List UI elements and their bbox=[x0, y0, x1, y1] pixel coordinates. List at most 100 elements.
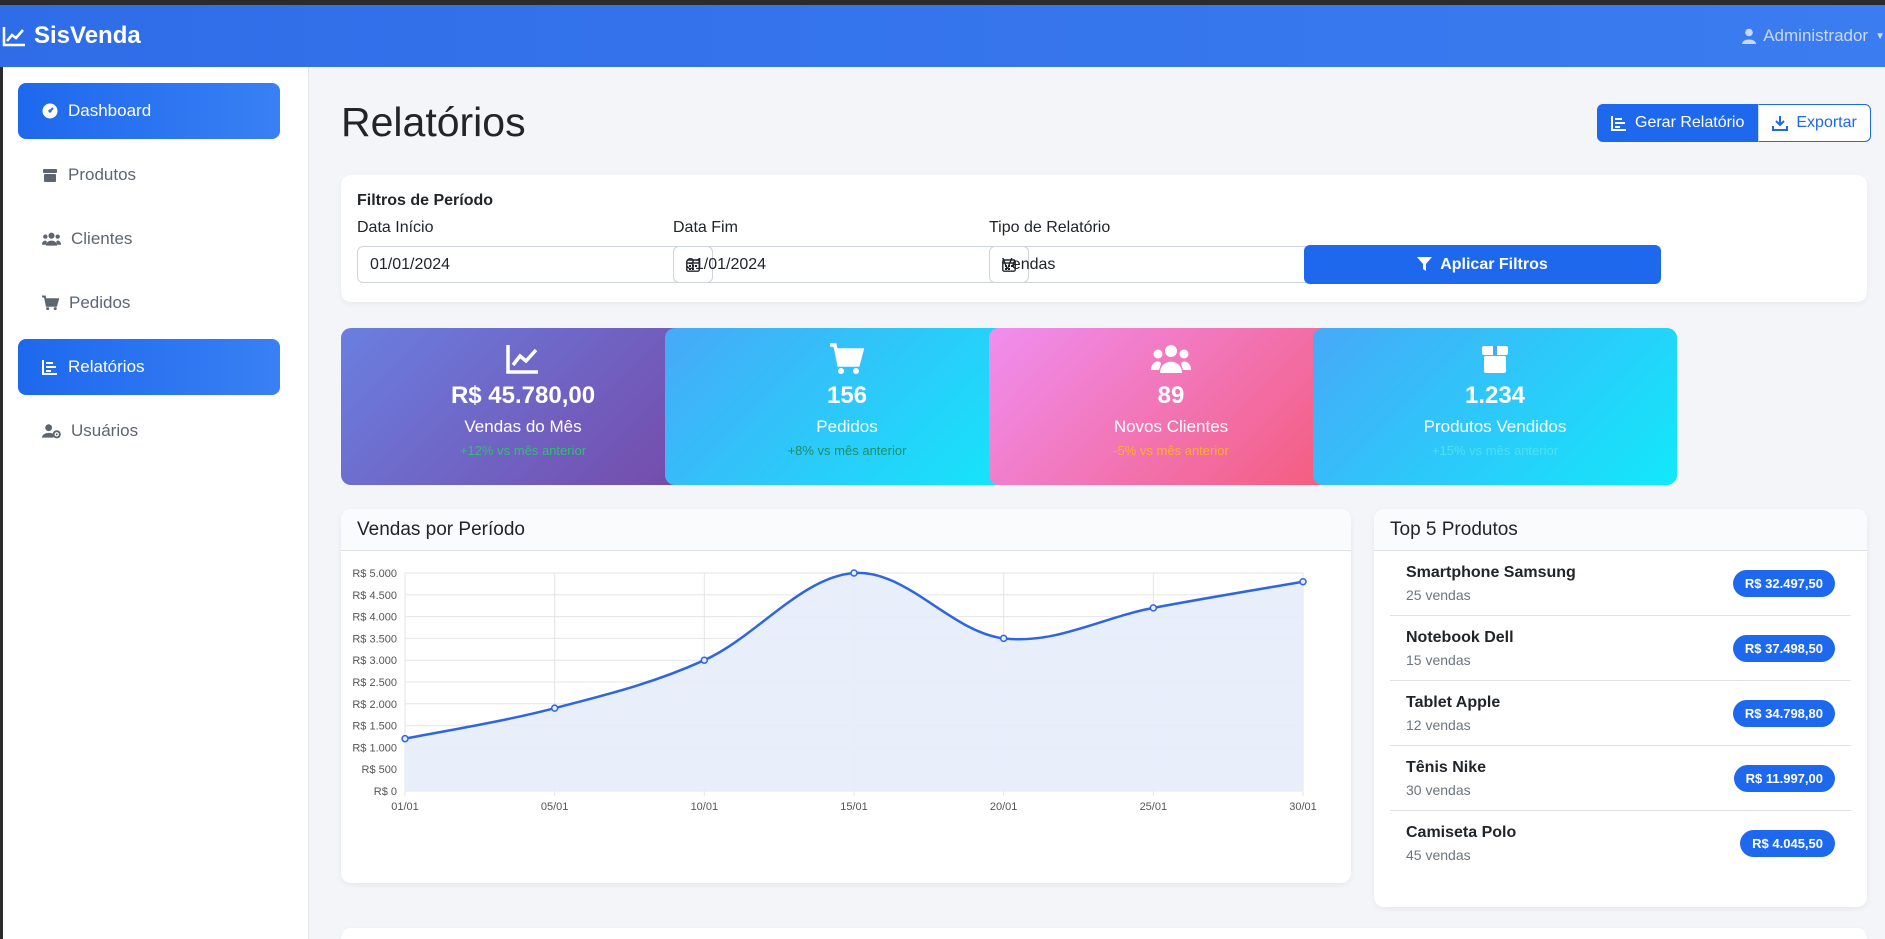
x-tick-label: 10/01 bbox=[691, 801, 719, 813]
y-tick-label: R$ 2.000 bbox=[352, 699, 397, 711]
price-badge: R$ 34.798,80 bbox=[1732, 699, 1835, 727]
x-tick-label: 25/01 bbox=[1140, 801, 1168, 813]
y-tick-label: R$ 1.500 bbox=[352, 721, 397, 733]
sidebar-item-relatorios[interactable]: Relatórios bbox=[18, 339, 280, 395]
stat-value: R$ 45.780,00 bbox=[450, 382, 596, 409]
export-label: Exportar bbox=[1796, 114, 1857, 131]
price-badge: R$ 4.045,50 bbox=[1740, 830, 1835, 857]
stat-change: +8% vs mês anterior bbox=[787, 443, 907, 458]
list-item[interactable]: Notebook Dell 15 vendas R$ 37.498,50 bbox=[1390, 616, 1851, 681]
stat-change: +15% vs mês anterior bbox=[1431, 443, 1559, 458]
filter-title: Filtros de Período bbox=[357, 192, 494, 209]
sidebar-item-produtos[interactable]: Produtos bbox=[18, 147, 280, 203]
data-point bbox=[1149, 604, 1158, 612]
chart-line-icon bbox=[506, 345, 538, 374]
y-tick-label: R$ 0 bbox=[374, 786, 397, 798]
top-products-header: Top 5 Produtos bbox=[1374, 509, 1867, 551]
product-name: Tablet Apple bbox=[1406, 693, 1501, 711]
box-icon bbox=[43, 169, 57, 182]
sidebar: Dashboard Produtos Clientes Pedidos Rela… bbox=[0, 67, 309, 939]
x-tick-label: 01/01 bbox=[391, 801, 419, 813]
stat-card-products-sold: 1.234 Produtos Vendidos +15% vs mês ante… bbox=[1313, 328, 1677, 485]
stat-value: 89 bbox=[1157, 382, 1185, 409]
product-name: Tênis Nike bbox=[1406, 758, 1487, 776]
cart-icon bbox=[830, 343, 864, 374]
filter-icon bbox=[1417, 257, 1433, 271]
top-navbar: SisVenda Administrador ▼ bbox=[0, 5, 1885, 67]
list-item[interactable]: Tablet Apple 12 vendas R$ 34.798,80 bbox=[1390, 681, 1851, 746]
data-point bbox=[700, 656, 709, 664]
top-products-list: Smartphone Samsung 25 vendas R$ 32.497,50… bbox=[1374, 551, 1867, 876]
user-gear-icon bbox=[42, 424, 61, 439]
y-tick-label: R$ 2.500 bbox=[352, 677, 397, 689]
sidebar-item-usuarios[interactable]: Usuários bbox=[18, 403, 280, 459]
stat-change: -5% vs mês anterior bbox=[1113, 443, 1229, 458]
sidebar-item-label: Dashboard bbox=[68, 101, 152, 120]
chevron-down-icon: ▼ bbox=[1875, 30, 1885, 42]
x-tick-label: 30/01 bbox=[1289, 801, 1317, 813]
data-point bbox=[401, 734, 409, 743]
start-date-label: Data Início bbox=[357, 219, 434, 236]
end-date-value: 31/01/2024 bbox=[686, 255, 767, 273]
product-sales: 45 vendas bbox=[1406, 847, 1471, 863]
y-tick-label: R$ 3.000 bbox=[352, 655, 397, 667]
stat-label: Produtos Vendidos bbox=[1423, 417, 1567, 436]
main-content: Relatórios Gerar Relatório Exportar Filt… bbox=[310, 67, 1885, 939]
stat-value: 156 bbox=[826, 382, 868, 409]
product-name: Notebook Dell bbox=[1406, 628, 1514, 646]
report-type-value: Vendas bbox=[1002, 255, 1056, 273]
apply-filters-button[interactable]: Aplicar Filtros bbox=[1304, 245, 1661, 284]
list-item[interactable]: Tênis Nike 30 vendas R$ 11.997,00 bbox=[1390, 746, 1851, 811]
product-name: Camiseta Polo bbox=[1406, 824, 1517, 841]
data-point bbox=[850, 569, 858, 577]
generate-report-button[interactable]: Gerar Relatório bbox=[1597, 104, 1759, 142]
brand-logo[interactable]: SisVenda bbox=[2, 22, 141, 50]
stat-label: Novos Clientes bbox=[1113, 417, 1229, 436]
sidebar-item-label: Relatórios bbox=[68, 357, 145, 376]
user-icon bbox=[1742, 28, 1757, 44]
top-products-card: Top 5 Produtos Smartphone Samsung 25 vend… bbox=[1374, 509, 1867, 907]
x-tick-label: 20/01 bbox=[990, 801, 1018, 813]
report-type-label: Tipo de Relatório bbox=[989, 219, 1111, 236]
y-tick-label: R$ 5.000 bbox=[352, 568, 397, 580]
report-type-select[interactable]: Vendas bbox=[989, 246, 1345, 283]
start-date-input[interactable]: 01/01/2024 bbox=[357, 246, 713, 283]
stat-label: Pedidos bbox=[816, 417, 878, 436]
product-sales: 12 vendas bbox=[1406, 716, 1471, 733]
stat-card-orders: 156 Pedidos +8% vs mês anterior bbox=[665, 328, 1029, 485]
filter-card: Filtros de Período Data Início 01/01/202… bbox=[341, 175, 1867, 302]
sidebar-item-pedidos[interactable]: Pedidos bbox=[18, 275, 280, 331]
stat-card-new-clients: 89 Novos Clientes -5% vs mês anterior bbox=[989, 328, 1353, 485]
x-tick-label: 15/01 bbox=[840, 801, 868, 813]
chart-header: Vendas por Período bbox=[341, 509, 1351, 551]
next-card-peek bbox=[341, 928, 1867, 939]
x-tick-label: 05/01 bbox=[541, 801, 569, 813]
sidebar-item-clientes[interactable]: Clientes bbox=[18, 211, 280, 267]
cart-icon bbox=[42, 295, 59, 311]
sidebar-item-dashboard[interactable]: Dashboard bbox=[18, 83, 280, 139]
sidebar-item-label: Produtos bbox=[68, 165, 137, 184]
export-button[interactable]: Exportar bbox=[1758, 104, 1871, 142]
end-date-input[interactable]: 31/01/2024 bbox=[673, 246, 1029, 283]
stat-card-sales: R$ 45.780,00 Vendas do Mês +12% vs mês a… bbox=[341, 328, 705, 485]
download-icon bbox=[1772, 116, 1789, 131]
y-tick-label: R$ 3.500 bbox=[352, 633, 397, 645]
gauge-icon bbox=[42, 103, 58, 119]
user-menu[interactable]: Administrador ▼ bbox=[1742, 26, 1885, 46]
data-point bbox=[550, 704, 559, 712]
y-tick-label: R$ 4.000 bbox=[352, 612, 397, 624]
start-date-value: 01/01/2024 bbox=[370, 255, 451, 273]
y-tick-label: R$ 4.500 bbox=[352, 590, 397, 602]
box-icon bbox=[1482, 346, 1508, 373]
brand-name: SisVenda bbox=[34, 22, 141, 49]
chart-icon bbox=[42, 360, 57, 375]
list-item[interactable]: Smartphone Samsung 25 vendas R$ 32.497,50 bbox=[1390, 551, 1851, 616]
chart-bar-icon bbox=[1611, 116, 1626, 131]
chart-line-icon bbox=[2, 27, 25, 47]
y-tick-label: R$ 500 bbox=[362, 764, 397, 776]
stat-value: 1.234 bbox=[1464, 382, 1526, 409]
list-item[interactable]: Camiseta Polo 45 vendas R$ 4.045,50 bbox=[1390, 811, 1851, 876]
price-badge: R$ 37.498,50 bbox=[1732, 634, 1835, 662]
product-name: Smartphone Samsung bbox=[1406, 563, 1576, 581]
users-icon bbox=[42, 232, 61, 246]
